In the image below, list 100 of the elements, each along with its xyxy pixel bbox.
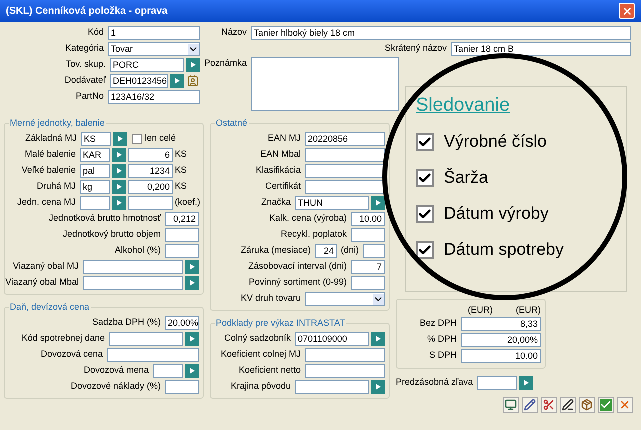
input-field[interactable] [153,364,183,378]
input-field[interactable] [128,196,173,210]
checkbox[interactable] [416,241,434,259]
input-field[interactable]: 20,00% [461,333,541,347]
input-field[interactable]: Tanier 18 cm B [451,42,631,56]
input-field[interactable] [363,244,385,258]
triangle-icon [116,184,122,190]
input-field[interactable] [351,228,385,242]
lookup-button[interactable] [185,364,199,378]
checkbox[interactable] [132,134,142,144]
checkbox-label: Dátum výroby [444,203,549,226]
field-label: Certifikát [264,180,302,194]
input-field[interactable] [305,148,385,162]
input-field[interactable]: pal [80,164,110,178]
field-label: Názov [220,26,248,40]
input-field[interactable]: 24 [315,244,337,258]
column-header: (EUR) [467,304,493,316]
input-field[interactable]: THUN [295,196,369,210]
input-field[interactable] [109,332,183,346]
lookup-button[interactable] [185,260,199,274]
input-field[interactable]: KS [81,132,111,146]
checkbox-label: Výrobné číslo [444,131,547,154]
scissors-icon [543,399,555,411]
dropdown[interactable] [305,292,385,306]
input-field[interactable] [80,196,110,210]
checkbox[interactable] [416,169,434,187]
lookup-button[interactable] [112,180,126,194]
toolbar-button[interactable] [579,397,595,413]
lookup-button[interactable] [112,148,126,162]
lookup-button[interactable] [113,132,127,146]
input-field[interactable]: 10.00 [461,349,541,363]
field-label: KV druh tovaru [240,292,302,306]
input-field[interactable] [83,276,183,290]
input-field[interactable] [107,348,199,362]
input-field[interactable]: 6 [128,148,173,162]
field-label: Základná MJ [24,132,78,146]
triangle-icon [116,200,122,206]
toolbar-button[interactable] [541,397,557,413]
lookup-button[interactable] [371,196,385,210]
input-field[interactable] [351,276,385,290]
unit-label: (koef.) [175,196,199,210]
lookup-button[interactable] [112,164,126,178]
close-icon [619,399,631,411]
check-icon [600,399,612,411]
input-field[interactable]: 20,00% [165,316,199,330]
close-button[interactable] [619,3,635,19]
lookup-button[interactable] [170,74,184,88]
field-label: Koeficient netto [238,364,302,378]
input-field[interactable] [305,180,385,194]
input-field[interactable]: 0,212 [165,212,199,226]
lookup-button[interactable] [185,332,199,346]
input-field[interactable]: 10.00 [351,212,385,226]
input-field[interactable] [165,244,199,258]
toolbar-button[interactable] [560,397,576,413]
input-field[interactable]: 7 [351,260,385,274]
lookup-button[interactable] [371,380,385,394]
input-field[interactable]: 8,33 [461,317,541,331]
field-label: S DPH [428,349,458,362]
checkbox[interactable] [416,205,434,223]
triangle-icon [190,280,194,286]
input-field[interactable] [83,260,183,274]
input-field[interactable] [165,380,199,394]
input-field[interactable]: 0701109000 [295,332,369,346]
toolbar-button[interactable] [522,397,538,413]
contact-button[interactable] [186,74,200,88]
input-field[interactable]: 20220856 [305,132,385,146]
lookup-button[interactable] [186,58,200,72]
lookup-button[interactable] [519,376,534,390]
input-field[interactable]: Tanier hlboký biely 18 cm [251,26,631,40]
checkbox[interactable] [416,133,434,151]
input-field[interactable]: 123A16/32 [108,90,200,104]
toolbar-button[interactable] [503,397,519,413]
input-field[interactable] [165,228,199,242]
input-field[interactable] [477,376,518,390]
group-title: Merné jednotky, balenie [9,117,106,130]
note-field[interactable] [251,57,399,111]
lookup-button[interactable] [371,332,385,346]
input-field[interactable]: PORC [110,58,184,72]
field-label: Krajina pôvodu [230,380,292,394]
column-header: (EUR) [515,304,541,316]
lookup-button[interactable] [185,276,199,290]
input-field[interactable] [295,380,369,394]
input-field[interactable]: 1234 [128,164,173,178]
input-field[interactable]: KAR [80,148,110,162]
input-field[interactable]: DEH0123456 [110,74,168,88]
field-label: Dovozová mena [82,364,150,378]
input-field[interactable]: kg [80,180,110,194]
input-field[interactable] [305,348,385,362]
group-title: Sledovanie [416,95,512,117]
triangle-icon [190,336,194,342]
close-icon [622,6,632,16]
field-label: % DPH [426,333,458,346]
input-field[interactable] [305,364,385,378]
lookup-button[interactable] [112,196,126,210]
input-field[interactable] [305,164,385,178]
field-label: Dovozová cena [40,348,104,362]
input-field[interactable]: 1 [108,26,200,40]
input-field[interactable]: 0,200 [128,180,173,194]
dropdown[interactable]: Tovar [108,42,200,56]
triangle-icon [190,264,194,270]
